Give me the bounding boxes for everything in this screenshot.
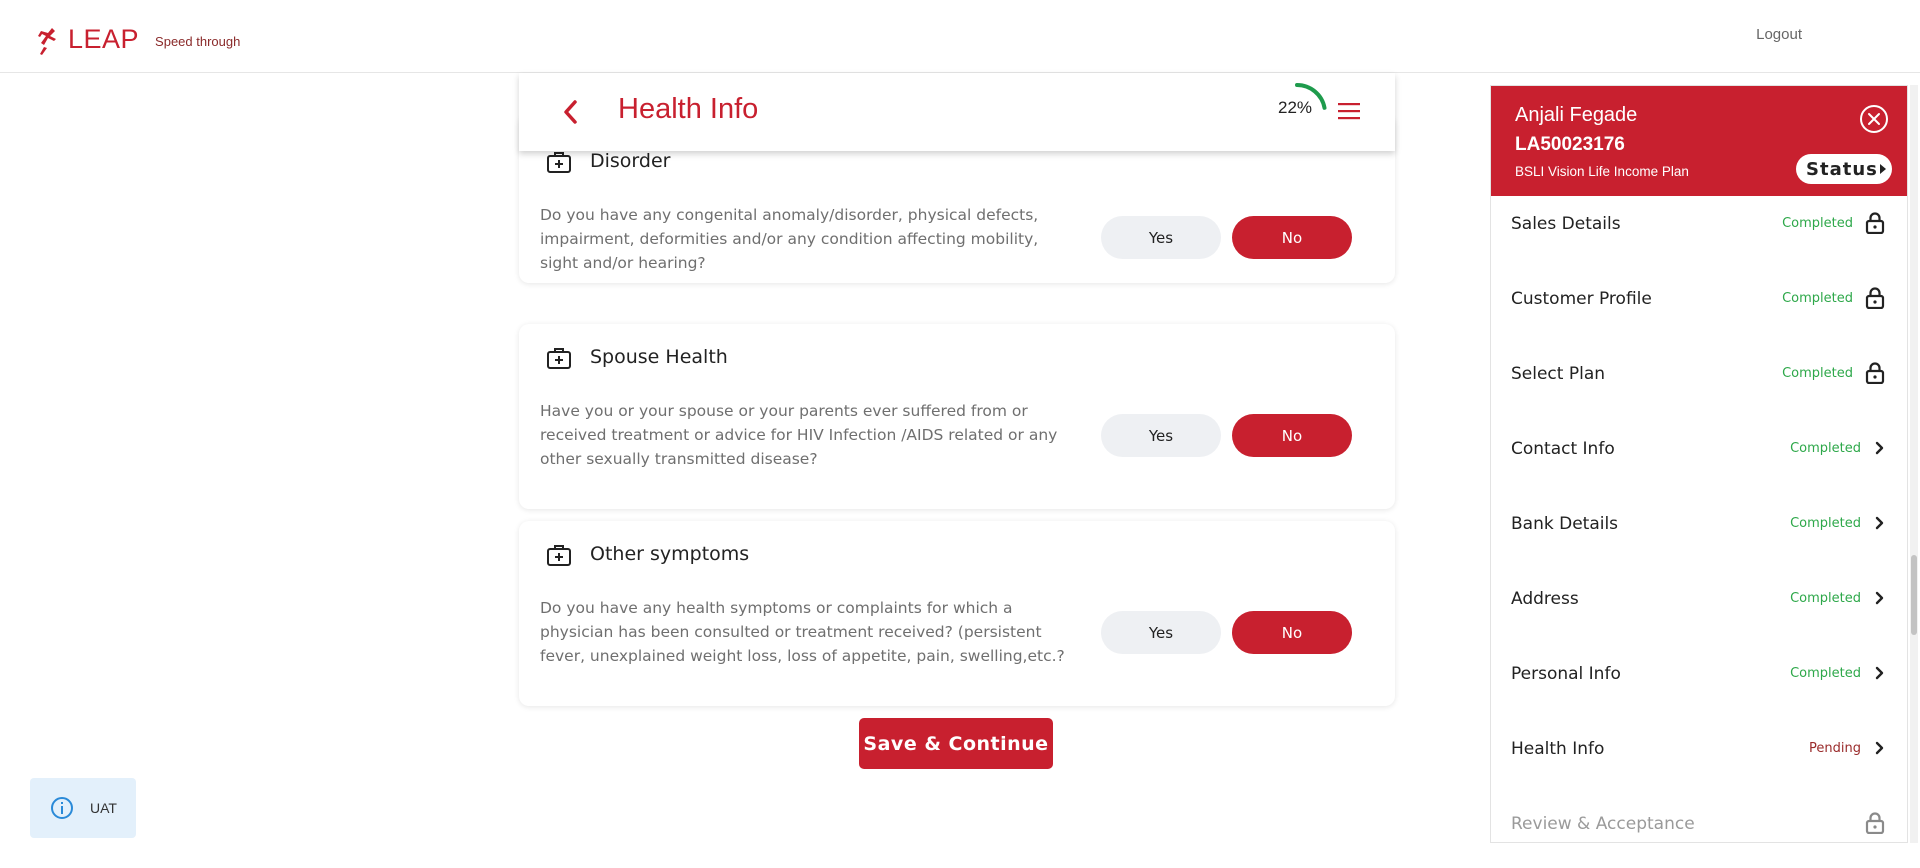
- lock-icon: [1865, 362, 1885, 385]
- leap-logo[interactable]: LEAP Speed through: [38, 24, 240, 55]
- brand-name: LEAP: [68, 24, 140, 54]
- step-status: Completed: [1790, 666, 1861, 681]
- step-label: Review & Acceptance: [1511, 814, 1695, 834]
- step-item[interactable]: Personal Info Completed: [1491, 646, 1907, 721]
- step-label: Customer Profile: [1511, 289, 1652, 309]
- runner-icon: [38, 27, 56, 55]
- hamburger-menu-icon[interactable]: [1337, 99, 1361, 123]
- step-item[interactable]: Contact Info Completed: [1491, 421, 1907, 496]
- application-status-panel: Anjali Fegade LA50023176 BSLI Vision Lif…: [1490, 85, 1908, 843]
- question-text: Do you have any congenital anomaly/disor…: [540, 206, 1039, 272]
- back-chevron-icon[interactable]: [559, 97, 581, 127]
- top-bar: LEAP Speed through Logout: [0, 0, 1920, 73]
- page-title: Health Info: [618, 93, 759, 125]
- uat-badge[interactable]: UAT: [30, 778, 136, 838]
- customer-name: Anjali Fegade: [1515, 104, 1638, 126]
- question-card-spouse-health: Spouse Health Have you or your spouse or…: [519, 324, 1395, 509]
- status-label: Status: [1806, 158, 1878, 180]
- step-status: Completed: [1790, 441, 1861, 456]
- step-status: Pending: [1809, 741, 1861, 756]
- save-continue-button[interactable]: Save & Continue: [859, 718, 1053, 769]
- info-icon: [51, 797, 73, 819]
- step-item[interactable]: Bank Details Completed: [1491, 496, 1907, 571]
- triangle-right-icon: [1880, 164, 1886, 174]
- no-button[interactable]: No: [1232, 611, 1352, 654]
- lock-icon: [1865, 212, 1885, 235]
- medical-kit-icon: [547, 348, 571, 369]
- uat-label: UAT: [90, 800, 117, 816]
- step-label: Contact Info: [1511, 439, 1615, 459]
- lock-icon: [1865, 812, 1885, 835]
- step-item[interactable]: Select Plan Completed: [1491, 346, 1907, 421]
- question-title: Other symptoms: [590, 543, 750, 565]
- step-item[interactable]: Review & Acceptance: [1491, 796, 1907, 842]
- scrollbar-track[interactable]: [1910, 85, 1918, 843]
- application-id: LA50023176: [1515, 134, 1625, 155]
- yes-button[interactable]: Yes: [1101, 216, 1221, 259]
- yes-button[interactable]: Yes: [1101, 414, 1221, 457]
- medical-kit-icon: [547, 545, 571, 566]
- progress-percent: 22%: [1277, 98, 1313, 117]
- no-button[interactable]: No: [1232, 216, 1352, 259]
- step-label: Address: [1511, 589, 1579, 609]
- step-label: Health Info: [1511, 739, 1605, 759]
- question-text: Do you have any health symptoms or compl…: [540, 599, 1065, 665]
- chevron-right-icon: [1869, 437, 1889, 459]
- step-label: Bank Details: [1511, 514, 1619, 534]
- chevron-right-icon: [1869, 512, 1889, 534]
- chevron-right-icon: [1869, 587, 1889, 609]
- logout-link[interactable]: Logout: [1756, 26, 1802, 43]
- step-item[interactable]: Sales Details Completed: [1491, 196, 1907, 271]
- step-label: Sales Details: [1511, 214, 1621, 234]
- step-status: Completed: [1782, 291, 1853, 306]
- brand-tagline: Speed through: [155, 34, 241, 49]
- question-text: Have you or your spouse or your parents …: [540, 402, 1058, 468]
- status-button[interactable]: Status: [1796, 154, 1892, 184]
- yes-button[interactable]: Yes: [1101, 611, 1221, 654]
- step-item[interactable]: Customer Profile Completed: [1491, 271, 1907, 346]
- step-status: Completed: [1790, 516, 1861, 531]
- scrollbar-thumb[interactable]: [1911, 555, 1917, 635]
- step-status: Completed: [1790, 591, 1861, 606]
- step-item[interactable]: Address Completed: [1491, 571, 1907, 646]
- plan-name: BSLI Vision Life Income Plan: [1515, 164, 1689, 179]
- lock-icon: [1865, 287, 1885, 310]
- medical-kit-icon: [547, 152, 571, 173]
- chevron-right-icon: [1869, 737, 1889, 759]
- no-button[interactable]: No: [1232, 414, 1352, 457]
- step-label: Select Plan: [1511, 364, 1606, 384]
- page-header: Health Info 22%: [519, 73, 1395, 151]
- question-title: Spouse Health: [590, 346, 728, 368]
- step-status: Completed: [1782, 366, 1853, 381]
- question-card-other-symptoms: Other symptoms Do you have any health sy…: [519, 521, 1395, 706]
- step-item[interactable]: Health Info Pending: [1491, 721, 1907, 796]
- step-label: Personal Info: [1511, 664, 1621, 684]
- close-icon[interactable]: [1859, 104, 1889, 134]
- chevron-right-icon: [1869, 662, 1889, 684]
- step-status: Completed: [1782, 216, 1853, 231]
- question-title: Disorder: [590, 150, 671, 172]
- panel-header: Anjali Fegade LA50023176 BSLI Vision Lif…: [1491, 86, 1907, 196]
